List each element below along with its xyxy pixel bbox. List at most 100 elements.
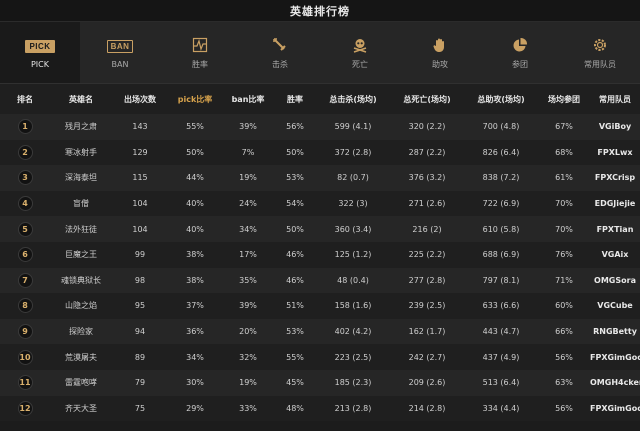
games-cell: 143 bbox=[132, 122, 148, 132]
games-cell: 129 bbox=[132, 147, 148, 157]
table-row[interactable]: 11 雷霆咆哮 79 30% 19% 45% 185 (2.3) 209 (2.6) 513 (… bbox=[0, 369, 640, 396]
ban-rate-cell: 20% bbox=[239, 327, 257, 337]
games-cell: 99 bbox=[134, 250, 146, 260]
table-row[interactable]: 9 探险家 94 36% 20% 53% 402 (4.2) 162 (1.7) 443 (4.… bbox=[0, 318, 640, 345]
tab-deaths[interactable]: 死亡 bbox=[320, 22, 400, 83]
header-participation[interactable]: 场均参团 bbox=[538, 84, 590, 114]
rank-badge: 1 bbox=[17, 119, 33, 135]
rank-cell: 9 bbox=[0, 319, 50, 345]
deaths-cell: 320 (2.2) bbox=[408, 122, 446, 132]
hero-name-cell: 雷霆咆哮 bbox=[65, 378, 97, 388]
ban-badge-icon: BAN bbox=[106, 36, 134, 56]
header-assists[interactable]: 总助攻(场均) bbox=[464, 84, 538, 114]
participation-cell: 67% bbox=[555, 122, 573, 132]
hero-name-cell: 山隐之焰 bbox=[65, 301, 97, 311]
table-row[interactable]: 3 深海泰坦 115 44% 19% 53% 82 (0.7) 376 (3.2) 838 (7… bbox=[0, 165, 640, 191]
rank-cell: 1 bbox=[0, 114, 50, 140]
table-row[interactable]: 2 寒冰射手 129 50% 7% 50% 372 (2.8) 287 (2.2) 826 (6… bbox=[0, 139, 640, 166]
tab-winrate[interactable]: 胜率 bbox=[160, 22, 240, 83]
ban-rate-cell: 35% bbox=[239, 275, 257, 285]
deaths-cell: 225 (2.2) bbox=[408, 250, 446, 260]
ban-rate-cell: 33% bbox=[239, 403, 257, 413]
teammate-cell: FPXGimGoon bbox=[590, 352, 640, 362]
tab-participation[interactable]: 参团 bbox=[480, 22, 560, 83]
hero-name-cell: 齐天大圣 bbox=[65, 403, 97, 413]
rank-cell: 11 bbox=[0, 370, 50, 396]
table-row[interactable]: 10 荒漠屠夫 89 34% 32% 55% 223 (2.5) 242 (2.7) 437 (… bbox=[0, 344, 640, 370]
ban-rate-cell: 17% bbox=[239, 250, 257, 260]
rank-cell: 3 bbox=[0, 165, 50, 191]
tab-label: 死亡 bbox=[352, 60, 368, 69]
table-row[interactable]: 1 残月之肃 143 55% 39% 56% 599 (4.1) 320 (2.2) 700 (… bbox=[0, 114, 640, 140]
pick-rate-cell: 38% bbox=[186, 275, 204, 285]
kills-cell: 213 (2.8) bbox=[334, 403, 372, 413]
deaths-cell: 242 (2.7) bbox=[408, 352, 446, 362]
win-rate-cell: 55% bbox=[286, 352, 304, 362]
teammate-cell: OMGSora bbox=[594, 275, 636, 285]
pick-rate-cell: 38% bbox=[186, 250, 204, 260]
pulse-chart-icon bbox=[192, 35, 208, 55]
win-rate-cell: 45% bbox=[286, 378, 304, 388]
hero-name-cell: 深海泰坦 bbox=[65, 173, 97, 183]
tab-ban[interactable]: BAN BAN bbox=[80, 22, 160, 83]
hero-name-cell: 法外狂徒 bbox=[65, 224, 97, 234]
win-rate-cell: 56% bbox=[286, 122, 304, 132]
table-row[interactable]: 4 盲僧 104 40% 24% 54% 322 (3) 271 (2.6) 722 (6.9)… bbox=[0, 190, 640, 217]
rank-cell: 6 bbox=[0, 242, 50, 268]
participation-cell: 71% bbox=[555, 275, 573, 285]
header-teammate[interactable]: 常用队员 bbox=[590, 84, 640, 114]
win-rate-cell: 51% bbox=[286, 301, 304, 311]
hero-name-cell: 荒漠屠夫 bbox=[65, 352, 97, 362]
rank-cell: 12 bbox=[0, 396, 50, 422]
games-cell: 89 bbox=[134, 352, 146, 362]
assists-cell: 688 (6.9) bbox=[482, 250, 520, 260]
header-kills[interactable]: 总击杀(场均) bbox=[316, 84, 390, 114]
tab-kills[interactable]: 击杀 bbox=[240, 22, 320, 83]
games-cell: 94 bbox=[134, 327, 146, 337]
rank-badge: 2 bbox=[17, 144, 33, 160]
hero-name-cell: 魂锁典狱长 bbox=[61, 275, 101, 285]
rank-badge: 12 bbox=[17, 400, 33, 416]
pick-rate-cell: 29% bbox=[186, 403, 204, 413]
pick-rate-cell: 40% bbox=[186, 224, 204, 234]
rank-badge: 10 bbox=[17, 349, 33, 365]
stat-tabs: PICK PICK BAN BAN 胜率 击杀 死亡 助攻 参团 常用队员 bbox=[0, 22, 640, 84]
table-row[interactable]: 5 法外狂徒 104 40% 34% 50% 360 (3.4) 216 (2) 610 (5.… bbox=[0, 216, 640, 242]
header-games[interactable]: 出场次数 bbox=[112, 84, 168, 114]
header-deaths[interactable]: 总死亡(场均) bbox=[390, 84, 464, 114]
win-rate-cell: 48% bbox=[286, 403, 304, 413]
table-row[interactable]: 6 巨魔之王 99 38% 17% 46% 125 (1.2) 225 (2.2) 688 (6… bbox=[0, 241, 640, 268]
table-row[interactable]: 7 魂锁典狱长 98 38% 35% 46% 48 (0.4) 277 (2.8) 797 (8… bbox=[0, 267, 640, 294]
games-cell: 95 bbox=[134, 301, 146, 311]
header-pick-rate[interactable]: pick比率 bbox=[168, 84, 222, 114]
tab-label: 常用队员 bbox=[584, 60, 616, 69]
hero-name-cell: 盲僧 bbox=[73, 199, 89, 209]
deaths-cell: 209 (2.6) bbox=[408, 378, 446, 388]
table-row[interactable]: 12 齐天大圣 75 29% 33% 48% 213 (2.8) 214 (2.8) 334 (… bbox=[0, 395, 640, 422]
assists-cell: 826 (6.4) bbox=[482, 147, 520, 157]
header-win-rate[interactable]: 胜率 bbox=[274, 84, 316, 114]
gear-icon bbox=[592, 35, 608, 55]
teammate-cell: FPXLwx bbox=[597, 147, 633, 157]
pick-rate-cell: 44% bbox=[186, 173, 204, 183]
rank-badge: 11 bbox=[17, 375, 33, 391]
deaths-cell: 376 (3.2) bbox=[408, 173, 446, 183]
kills-cell: 322 (3) bbox=[338, 199, 368, 209]
tab-label: PICK bbox=[30, 60, 49, 69]
header-rank[interactable]: 排名 bbox=[0, 84, 50, 114]
participation-cell: 70% bbox=[555, 224, 573, 234]
hand-icon bbox=[432, 35, 448, 55]
pick-badge-icon: PICK bbox=[25, 36, 55, 56]
header-hero[interactable]: 英雄名 bbox=[50, 84, 112, 114]
tab-pick[interactable]: PICK PICK bbox=[0, 22, 80, 83]
teammate-cell: RNGBetty bbox=[593, 327, 637, 337]
tab-assists[interactable]: 助攻 bbox=[400, 22, 480, 83]
tab-teammates[interactable]: 常用队员 bbox=[560, 22, 640, 83]
participation-cell: 61% bbox=[555, 173, 573, 183]
pick-rate-cell: 36% bbox=[186, 327, 204, 337]
rank-badge: 9 bbox=[17, 324, 33, 340]
header-ban-rate[interactable]: ban比率 bbox=[222, 84, 274, 114]
table-row[interactable]: 8 山隐之焰 95 37% 39% 51% 158 (1.6) 239 (2.5) 633 (6… bbox=[0, 293, 640, 319]
assists-cell: 334 (4.4) bbox=[482, 403, 520, 413]
games-cell: 104 bbox=[132, 224, 148, 234]
